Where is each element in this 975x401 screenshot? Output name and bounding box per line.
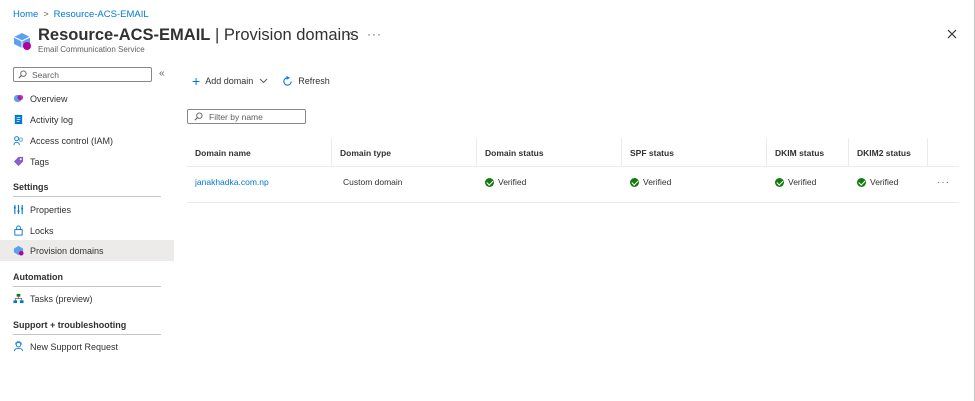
dkim-status-cell: Verified — [767, 167, 816, 197]
tag-icon — [13, 156, 24, 167]
star-icon[interactable]: ☆ — [345, 29, 356, 43]
resource-name: Resource-ACS-EMAIL — [38, 26, 211, 44]
sidebar-search-input[interactable]: Search — [13, 67, 152, 82]
command-bar: + Add domain Refresh — [192, 73, 330, 89]
domain-name-link[interactable]: janakhadka.com.np — [187, 167, 269, 197]
overview-icon — [13, 94, 24, 103]
page-header: Resource-ACS-EMAIL | Provision domains E… — [12, 26, 962, 58]
verified-check-icon — [630, 177, 639, 187]
domain-type-cell: Custom domain — [343, 177, 403, 187]
row-more-actions-icon[interactable]: ··· — [937, 177, 950, 188]
breadcrumb-current-link[interactable]: Resource-ACS-EMAIL — [54, 9, 149, 20]
filter-by-name-input[interactable]: Filter by name — [187, 109, 306, 124]
ellipsis-icon[interactable]: ··· — [367, 27, 382, 41]
chevron-down-icon — [259, 78, 268, 84]
add-domain-label: Add domain — [205, 76, 254, 86]
verified-check-icon — [775, 177, 784, 187]
sidebar-item-label: New Support Request — [30, 341, 119, 352]
sidebar-group-support: Support + troubleshooting — [13, 320, 161, 335]
domains-table: Domain name Domain type Domain status SP… — [187, 138, 959, 203]
search-icon — [18, 70, 27, 79]
sidebar-item-label: Overview — [30, 93, 68, 104]
breadcrumb: Home > Resource-ACS-EMAIL — [13, 8, 149, 20]
search-placeholder: Search — [32, 69, 59, 80]
sidebar-item-new-support-request[interactable]: New Support Request — [0, 336, 174, 357]
support-icon — [13, 341, 24, 352]
sidebar-item-provision-domains[interactable]: Provision domains — [0, 240, 174, 261]
dkim2-status-cell: Verified — [849, 167, 898, 197]
table-header: Domain name Domain type Domain status SP… — [187, 138, 959, 167]
column-header-domain-name[interactable]: Domain name — [187, 138, 332, 167]
sidebar-item-activity-log[interactable]: Activity log — [0, 109, 174, 130]
sidebar-item-tasks[interactable]: Tasks (preview) — [0, 288, 174, 309]
table-row: janakhadka.com.np Custom domain Verified… — [187, 167, 959, 203]
breadcrumb-separator: > — [43, 9, 49, 19]
column-header-dkim-status[interactable]: DKIM status — [767, 138, 849, 167]
breadcrumb-home-link[interactable]: Home — [13, 9, 38, 20]
column-header-dkim2-status[interactable]: DKIM2 status — [849, 138, 928, 167]
domain-status-text: Verified — [498, 177, 527, 187]
verified-check-icon — [485, 177, 494, 187]
sidebar-item-label: Provision domains — [30, 245, 104, 256]
refresh-label: Refresh — [298, 76, 330, 86]
properties-icon — [13, 204, 24, 215]
sidebar-group-settings: Settings — [13, 182, 161, 197]
sidebar-item-label: Properties — [30, 204, 72, 215]
sidebar-item-label: Tasks (preview) — [30, 293, 93, 304]
plus-icon: + — [192, 73, 201, 89]
iam-icon — [13, 136, 23, 146]
sidebar-item-overview[interactable]: Overview — [0, 88, 174, 109]
dkim2-status-text: Verified — [870, 177, 899, 187]
sidebar-item-iam[interactable]: Access control (IAM) — [0, 130, 174, 151]
column-header-spf-status[interactable]: SPF status — [622, 138, 767, 167]
spf-status-cell: Verified — [622, 167, 671, 197]
column-header-domain-status[interactable]: Domain status — [477, 138, 622, 167]
refresh-button[interactable]: Refresh — [282, 75, 330, 87]
sidebar: Search « Overview Activity log Access co… — [0, 64, 174, 401]
dkim-status-text: Verified — [788, 177, 817, 187]
close-icon[interactable] — [946, 28, 958, 40]
add-domain-button[interactable]: + Add domain — [192, 74, 268, 88]
sidebar-item-label: Access control (IAM) — [30, 135, 114, 146]
verified-check-icon — [857, 177, 866, 187]
search-icon — [194, 112, 203, 121]
page-name: | Provision domains — [210, 26, 359, 44]
sidebar-item-label: Locks — [30, 225, 54, 236]
domain-status-cell: Verified — [477, 167, 526, 197]
tasks-icon — [13, 293, 24, 304]
page-subtitle: Email Communication Service — [38, 45, 145, 54]
provision-domains-icon — [13, 245, 24, 256]
email-service-icon — [13, 33, 31, 50]
sidebar-group-automation: Automation — [13, 272, 161, 287]
refresh-icon — [283, 75, 292, 86]
activity-log-icon — [14, 114, 23, 125]
column-header-domain-type[interactable]: Domain type — [332, 138, 477, 167]
sidebar-item-properties[interactable]: Properties — [0, 199, 174, 220]
page-title: Resource-ACS-EMAIL | Provision domains — [38, 26, 359, 45]
filter-placeholder: Filter by name — [209, 111, 263, 122]
lock-icon — [14, 225, 23, 236]
spf-status-text: Verified — [643, 177, 672, 187]
collapse-sidebar-icon[interactable]: « — [159, 68, 165, 79]
sidebar-item-label: Tags — [30, 156, 50, 167]
sidebar-item-tags[interactable]: Tags — [0, 151, 174, 172]
sidebar-item-label: Activity log — [30, 114, 74, 125]
sidebar-item-locks[interactable]: Locks — [0, 220, 174, 241]
